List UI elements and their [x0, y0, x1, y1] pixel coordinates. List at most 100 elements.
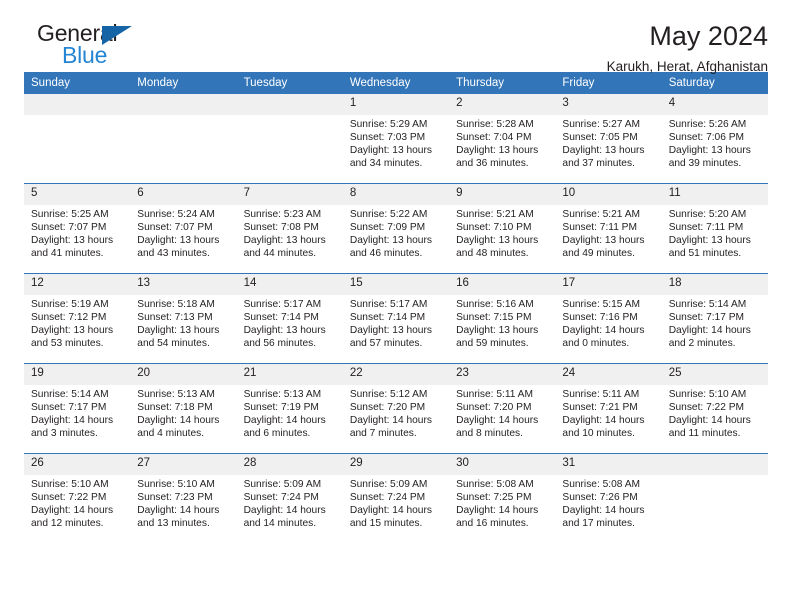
calendar-day-cell[interactable]: 13 Sunrise: 5:18 AM Sunset: 7:13 PM Dayligh…	[130, 273, 237, 364]
calendar-day-cell[interactable]: 1 Sunrise: 5:29 AM Sunset: 7:03 PM Daylight…	[342, 94, 450, 184]
calendar-day-cell[interactable]: 3 Sunrise: 5:27 AM Sunset: 7:05 PM Daylight…	[555, 94, 662, 184]
day-number: 9	[449, 184, 556, 205]
daylight-duration-line2: and 48 minutes.	[456, 248, 529, 260]
daylight-duration-line2: and 49 minutes.	[562, 248, 635, 260]
calendar-header-row: Sunday Monday Tuesday Wednesday Thursday…	[24, 72, 768, 94]
daylight-duration-line1: Daylight: 13 hours	[137, 235, 220, 247]
day-number: 29	[342, 454, 450, 475]
day-sun-info: Sunrise: 5:12 AM Sunset: 7:20 PM Daylight:…	[343, 385, 449, 440]
calendar-day-cell[interactable]: 22 Sunrise: 5:12 AM Sunset: 7:20 PM Dayligh…	[342, 363, 450, 454]
daylight-duration-line1: Daylight: 14 hours	[349, 505, 432, 517]
day-number: 8	[342, 184, 450, 205]
day-number: 13	[130, 274, 237, 295]
calendar-page: General Blue May 2024 Karukh, Herat, Afg…	[0, 0, 792, 612]
day-number: 16	[449, 274, 556, 295]
sunrise-time: Sunrise: 5:26 AM	[668, 119, 747, 130]
calendar-day-cell[interactable]: 2 Sunrise: 5:28 AM Sunset: 7:04 PM Daylight…	[449, 94, 556, 184]
daylight-duration-line1: Daylight: 13 hours	[31, 235, 114, 247]
daylight-duration-line1: Daylight: 13 hours	[349, 235, 432, 247]
sunset-time: Sunset: 7:07 PM	[137, 222, 213, 234]
sunset-time: Sunset: 7:24 PM	[349, 492, 426, 504]
calendar-day-cell[interactable]: 31 Sunrise: 5:08 AM Sunset: 7:26 PM Dayligh…	[555, 453, 662, 543]
calendar-day-cell[interactable]: 23 Sunrise: 5:11 AM Sunset: 7:20 PM Dayligh…	[449, 363, 556, 454]
day-sun-info: Sunrise: 5:21 AM Sunset: 7:10 PM Daylight:…	[449, 205, 555, 260]
daylight-duration-line2: and 7 minutes.	[349, 428, 417, 440]
daylight-duration-line1: Daylight: 13 hours	[31, 325, 114, 337]
daylight-duration-line2: and 0 minutes.	[562, 338, 630, 350]
daylight-duration-line2: and 46 minutes.	[349, 248, 423, 260]
calendar-day-cell[interactable]: 24 Sunrise: 5:11 AM Sunset: 7:21 PM Dayligh…	[555, 363, 662, 454]
day-sun-info: Sunrise: 5:08 AM Sunset: 7:26 PM Daylight:…	[555, 475, 661, 530]
calendar-day-cell[interactable]: 29 Sunrise: 5:09 AM Sunset: 7:24 PM Dayligh…	[342, 453, 450, 543]
calendar-day-cell[interactable]: 28 Sunrise: 5:09 AM Sunset: 7:24 PM Dayligh…	[236, 453, 343, 543]
sunrise-time: Sunrise: 5:19 AM	[31, 299, 109, 310]
calendar-day-cell[interactable]: 25 Sunrise: 5:10 AM Sunset: 7:22 PM Dayligh…	[661, 363, 768, 454]
calendar-day-cell[interactable]: 7 Sunrise: 5:23 AM Sunset: 7:08 PM Daylight…	[236, 183, 343, 274]
sunset-time: Sunset: 7:16 PM	[562, 312, 638, 324]
daylight-duration-line2: and 54 minutes.	[137, 338, 210, 350]
calendar-day-cell[interactable]: 9 Sunrise: 5:21 AM Sunset: 7:10 PM Daylight…	[449, 183, 556, 274]
sunset-time: Sunset: 7:22 PM	[668, 402, 745, 414]
sunrise-time: Sunrise: 5:22 AM	[349, 209, 428, 220]
daylight-duration-line1: Daylight: 14 hours	[137, 415, 220, 427]
day-number: 14	[236, 274, 343, 295]
calendar-day-cell[interactable]: 21 Sunrise: 5:13 AM Sunset: 7:19 PM Dayligh…	[236, 363, 343, 454]
sunset-time: Sunset: 7:19 PM	[243, 402, 319, 414]
general-blue-logo[interactable]: General Blue	[24, 22, 174, 74]
calendar-day-cell[interactable]: 18 Sunrise: 5:14 AM Sunset: 7:17 PM Dayligh…	[661, 273, 768, 364]
sunrise-time: Sunrise: 5:14 AM	[668, 299, 747, 310]
daylight-duration-line2: and 15 minutes.	[349, 518, 423, 530]
daylight-duration-line1: Daylight: 14 hours	[668, 325, 751, 337]
sunset-time: Sunset: 7:14 PM	[349, 312, 426, 324]
calendar-day-cell[interactable]: 15 Sunrise: 5:17 AM Sunset: 7:14 PM Dayligh…	[342, 273, 450, 364]
calendar-day-cell[interactable]: 16 Sunrise: 5:16 AM Sunset: 7:15 PM Dayligh…	[449, 273, 556, 364]
calendar-day-cell[interactable]: 20 Sunrise: 5:13 AM Sunset: 7:18 PM Dayligh…	[130, 363, 237, 454]
day-sun-info: Sunrise: 5:15 AM Sunset: 7:16 PM Daylight:…	[555, 295, 661, 350]
sunset-time: Sunset: 7:18 PM	[137, 402, 213, 414]
sunset-time: Sunset: 7:13 PM	[137, 312, 213, 324]
logo-text-blue: Blue	[62, 42, 108, 68]
page-header: General Blue May 2024 Karukh, Herat, Afg…	[24, 0, 768, 75]
sunrise-time: Sunrise: 5:10 AM	[137, 479, 215, 490]
day-number: 15	[342, 274, 450, 295]
calendar-day-cell[interactable]: 4 Sunrise: 5:26 AM Sunset: 7:06 PM Daylight…	[661, 94, 768, 184]
day-number: 18	[661, 274, 768, 295]
day-number: 17	[555, 274, 662, 295]
day-number	[661, 454, 768, 475]
calendar-week-row: 12 Sunrise: 5:19 AM Sunset: 7:12 PM Dayligh…	[24, 273, 768, 364]
daylight-duration-line1: Daylight: 13 hours	[668, 235, 751, 247]
day-sun-info: Sunrise: 5:10 AM Sunset: 7:22 PM Daylight:…	[24, 475, 130, 530]
calendar-day-cell[interactable]: 11 Sunrise: 5:20 AM Sunset: 7:11 PM Dayligh…	[661, 183, 768, 274]
calendar-day-cell[interactable]: 19 Sunrise: 5:14 AM Sunset: 7:17 PM Dayligh…	[24, 363, 131, 454]
sunrise-time: Sunrise: 5:08 AM	[562, 479, 640, 490]
calendar-day-cell[interactable]: 17 Sunrise: 5:15 AM Sunset: 7:16 PM Dayligh…	[555, 273, 662, 364]
calendar-day-cell[interactable]: 6 Sunrise: 5:24 AM Sunset: 7:07 PM Daylight…	[130, 183, 237, 274]
weekday-header-saturday: Saturday	[661, 72, 768, 94]
daylight-duration-line1: Daylight: 14 hours	[137, 505, 220, 517]
sunset-time: Sunset: 7:10 PM	[456, 222, 532, 234]
calendar-day-cell[interactable]: 30 Sunrise: 5:08 AM Sunset: 7:25 PM Dayligh…	[449, 453, 556, 543]
daylight-duration-line2: and 53 minutes.	[31, 338, 104, 350]
sunset-time: Sunset: 7:15 PM	[456, 312, 532, 324]
sunset-time: Sunset: 7:20 PM	[349, 402, 426, 414]
weekday-header-thursday: Thursday	[449, 72, 556, 94]
calendar-day-cell[interactable]: 14 Sunrise: 5:17 AM Sunset: 7:14 PM Dayligh…	[236, 273, 343, 364]
calendar-day-cell[interactable]: 10 Sunrise: 5:21 AM Sunset: 7:11 PM Dayligh…	[555, 183, 662, 274]
calendar-day-cell[interactable]: 26 Sunrise: 5:10 AM Sunset: 7:22 PM Dayligh…	[24, 453, 131, 543]
calendar-day-cell[interactable]: 27 Sunrise: 5:10 AM Sunset: 7:23 PM Dayligh…	[130, 453, 237, 543]
calendar-day-cell-empty	[661, 453, 768, 543]
sunrise-time: Sunrise: 5:09 AM	[349, 479, 428, 490]
day-number: 31	[555, 454, 662, 475]
calendar-day-cell[interactable]: 12 Sunrise: 5:19 AM Sunset: 7:12 PM Dayligh…	[24, 273, 131, 364]
day-number	[24, 94, 131, 115]
sunset-time: Sunset: 7:20 PM	[456, 402, 532, 414]
daylight-duration-line2: and 13 minutes.	[137, 518, 210, 530]
day-number	[236, 94, 343, 115]
daylight-duration-line2: and 57 minutes.	[349, 338, 423, 350]
calendar-day-cell[interactable]: 8 Sunrise: 5:22 AM Sunset: 7:09 PM Daylight…	[342, 183, 450, 274]
day-number: 26	[24, 454, 131, 475]
calendar-body: 1 Sunrise: 5:29 AM Sunset: 7:03 PM Daylight…	[24, 94, 768, 543]
daylight-duration-line1: Daylight: 13 hours	[243, 325, 326, 337]
calendar-day-cell[interactable]: 5 Sunrise: 5:25 AM Sunset: 7:07 PM Daylight…	[24, 183, 131, 274]
day-sun-info: Sunrise: 5:16 AM Sunset: 7:15 PM Daylight:…	[449, 295, 555, 350]
